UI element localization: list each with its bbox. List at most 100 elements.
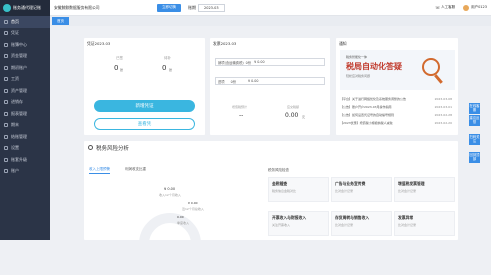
app-logo[interactable]: 账务通代理记账 bbox=[0, 0, 50, 16]
voucher-card-title: 凭证2023.03 bbox=[87, 41, 111, 46]
output-invoice-label: 销项(含运输费税) bbox=[218, 60, 244, 65]
add-voucher-button[interactable]: 新增凭证 bbox=[94, 100, 195, 112]
legend-total-value: ¥ 0.00 bbox=[188, 201, 198, 205]
top-bar: 安徽鲸鲸数据服务有限公司 立即切换 账期 2023-03 ☏ 人工客服 用户01… bbox=[50, 0, 491, 16]
back-to-top-button[interactable]: 回到顶部 bbox=[469, 152, 480, 163]
output-invoice-amount: ¥ 0.00 bbox=[254, 60, 265, 64]
account-icon bbox=[4, 65, 8, 70]
home-icon bbox=[4, 19, 8, 24]
banner-tag: 税务智能化一体 bbox=[346, 55, 368, 59]
income-donut bbox=[139, 213, 201, 275]
sidebar-item-asset[interactable]: 资产管理 bbox=[0, 85, 50, 97]
scan-follow-button[interactable]: 扫码关注 bbox=[469, 134, 480, 145]
sidebar-item-close-books[interactable]: 结账管理 bbox=[0, 131, 50, 143]
inventory-icon bbox=[4, 100, 8, 105]
risk-section: 税务风险分析 收入上限预警 利润收支比重 ¥ 0.00 收入12个月收入 ¥ 0… bbox=[84, 141, 458, 275]
risk-tile-inventory-turnover[interactable]: 存货周转与销售收入 比对会计记录 bbox=[331, 211, 392, 236]
sidebar-item-ledger[interactable]: 账簿中心 bbox=[0, 39, 50, 51]
tab-home[interactable]: 首页 bbox=[52, 17, 69, 25]
company-name[interactable]: 安徽鲸鲸数据服务有限公司 bbox=[54, 5, 149, 11]
risk-tile-vat-invoice[interactable]: 增值税发票管理 比对会计记录 bbox=[394, 177, 455, 202]
legend-quarter-label: 季度收入 bbox=[177, 221, 190, 225]
sidebar-item-period-end[interactable]: 期末 bbox=[0, 120, 50, 132]
sidebar: 账务通代理记账 首页 凭证 账簿中心 资金管理 期初账户 工资 资产管理 进销存… bbox=[0, 0, 50, 240]
voucher-col2-value: 0 bbox=[162, 64, 167, 72]
banner-title: 税局自动化答疑 bbox=[346, 62, 402, 71]
input-invoice-amount: ¥ 0.00 bbox=[248, 79, 259, 83]
report-icon bbox=[4, 111, 8, 116]
risk-icon bbox=[88, 145, 93, 150]
income-amount: ¥ 0.00 bbox=[164, 187, 176, 191]
logo-icon bbox=[3, 4, 11, 12]
input-invoice-row[interactable]: 进项 0份 ¥ 0.00 bbox=[215, 77, 325, 85]
banner-subtitle: 轻松应对税务问题 bbox=[346, 74, 371, 78]
sidebar-item-home[interactable]: 首页 bbox=[0, 16, 50, 28]
notice-item[interactable]: 【公告】账户开户2023-03月操作指南 2023-03-01 bbox=[340, 103, 452, 111]
tax-payable-unit: 元 bbox=[302, 115, 306, 119]
notice-banner[interactable]: 税务智能化一体 税局自动化答疑 轻松应对税务问题 bbox=[340, 50, 455, 90]
magnifier-icon bbox=[422, 58, 440, 76]
period-select[interactable]: 2023-03 bbox=[198, 3, 225, 12]
salary-icon bbox=[4, 77, 8, 82]
tab-profit-ratio[interactable]: 利润收支比重 bbox=[125, 167, 146, 172]
tax-payable-value: 0.00 bbox=[285, 112, 299, 119]
switch-company-button[interactable]: 立即切换 bbox=[157, 3, 181, 12]
tax-payable-label: 应交税额 bbox=[287, 105, 300, 109]
tab-bar: 首页 bbox=[50, 16, 491, 26]
close-books-icon bbox=[4, 134, 8, 139]
sidebar-item-account[interactable]: 期初账户 bbox=[0, 62, 50, 74]
vat-estimate-label: 增值税预计 bbox=[232, 105, 248, 109]
sidebar-item-report[interactable]: 报表管理 bbox=[0, 108, 50, 120]
customer-service-link[interactable]: 人工客服 bbox=[441, 5, 455, 10]
voucher-col2-label: 待补 bbox=[164, 56, 171, 60]
risk-tile-golden-tax[interactable]: 金税稽查 税务信息金税对比 bbox=[268, 177, 329, 202]
sidebar-item-inventory[interactable]: 进销存 bbox=[0, 97, 50, 109]
invoice-card: 发票2023.03 销项(含运输费税) 0份 ¥ 0.00 进项 0份 ¥ 0.… bbox=[210, 38, 330, 135]
avatar[interactable] bbox=[463, 4, 470, 11]
risk-check-title: 税务风险检查 bbox=[268, 168, 289, 172]
legend-total-label: 近12个月总收入 bbox=[182, 207, 204, 211]
notice-item[interactable]: 【平台】关于进行网络优化及系统服务调整的公告 2023-03-08 bbox=[340, 95, 452, 103]
online-service-button[interactable]: 在线客服 bbox=[469, 103, 480, 114]
voucher-col2-unit: 张 bbox=[169, 68, 173, 72]
sidebar-item-salary[interactable]: 工资 bbox=[0, 74, 50, 86]
period-label: 账期 bbox=[188, 4, 196, 10]
tab-income-warning[interactable]: 收入上限预警 bbox=[89, 167, 110, 174]
sidebar-item-fund[interactable]: 资金管理 bbox=[0, 51, 50, 63]
magnifier-handle bbox=[434, 74, 443, 84]
period-end-icon bbox=[4, 123, 8, 128]
risk-section-title: 税务风险分析 bbox=[96, 146, 130, 152]
notice-list-items: 【平台】关于进行网络优化及系统服务调整的公告 2023-03-08 【公告】账户开… bbox=[340, 95, 452, 127]
settings-icon bbox=[4, 146, 8, 151]
feedback-button[interactable]: 建议反馈 bbox=[469, 115, 480, 126]
user-icon bbox=[4, 169, 8, 174]
notice-item[interactable]: 【公告】如何设置凭证号的自动编号规则 2023-02-28 bbox=[340, 111, 452, 119]
sidebar-item-upgrade[interactable]: 账套升级 bbox=[0, 154, 50, 166]
output-invoice-row[interactable]: 销项(含运输费税) 0份 ¥ 0.00 bbox=[215, 58, 325, 66]
legend-quarter-value: 0.00 bbox=[177, 215, 184, 219]
income-amount-sub: 收入12个月收入 bbox=[159, 193, 181, 197]
ledger-icon bbox=[4, 42, 8, 47]
view-voucher-button[interactable]: 查看凭 bbox=[94, 118, 195, 130]
risk-tile-invoice-income[interactable]: 开票收入与财报收入 关注开票收入 bbox=[268, 211, 329, 236]
top-right-area: ☏ 人工客服 用户0123 bbox=[435, 4, 487, 11]
username[interactable]: 用户0123 bbox=[471, 5, 487, 10]
risk-tile-invoice-abnormal[interactable]: 发票异常 比对会计记录 bbox=[394, 211, 455, 236]
sidebar-item-user[interactable]: 账户 bbox=[0, 166, 50, 178]
fund-icon bbox=[4, 54, 8, 59]
voucher-col1-value: 0 bbox=[114, 64, 119, 72]
risk-tile-advertising[interactable]: 广告与业务宣传费 比对会计记录 bbox=[331, 177, 392, 202]
voucher-icon bbox=[4, 31, 8, 36]
notice-card-title: 通知 bbox=[339, 41, 347, 46]
voucher-card: 凭证2023.03 已签 0 张 待补 0 张 新增凭证 查看凭 bbox=[84, 38, 205, 135]
notice-item[interactable]: 【2023优惠】增值税小规模纳税人减免 2023-02-20 bbox=[340, 119, 452, 127]
voucher-col1-label: 已签 bbox=[116, 56, 123, 60]
notice-card: 通知 税务智能化一体 税局自动化答疑 轻松应对税务问题 【平台】关于进行网络优化… bbox=[336, 38, 458, 135]
sidebar-item-voucher[interactable]: 凭证 bbox=[0, 28, 50, 40]
sidebar-item-settings[interactable]: 设置 bbox=[0, 143, 50, 155]
input-invoice-count: 0份 bbox=[230, 79, 236, 84]
voucher-col1-unit: 张 bbox=[120, 68, 124, 72]
logo-text: 账务通代理记账 bbox=[13, 5, 41, 10]
headset-icon[interactable]: ☏ bbox=[435, 5, 440, 10]
output-invoice-count: 0份 bbox=[245, 60, 252, 65]
